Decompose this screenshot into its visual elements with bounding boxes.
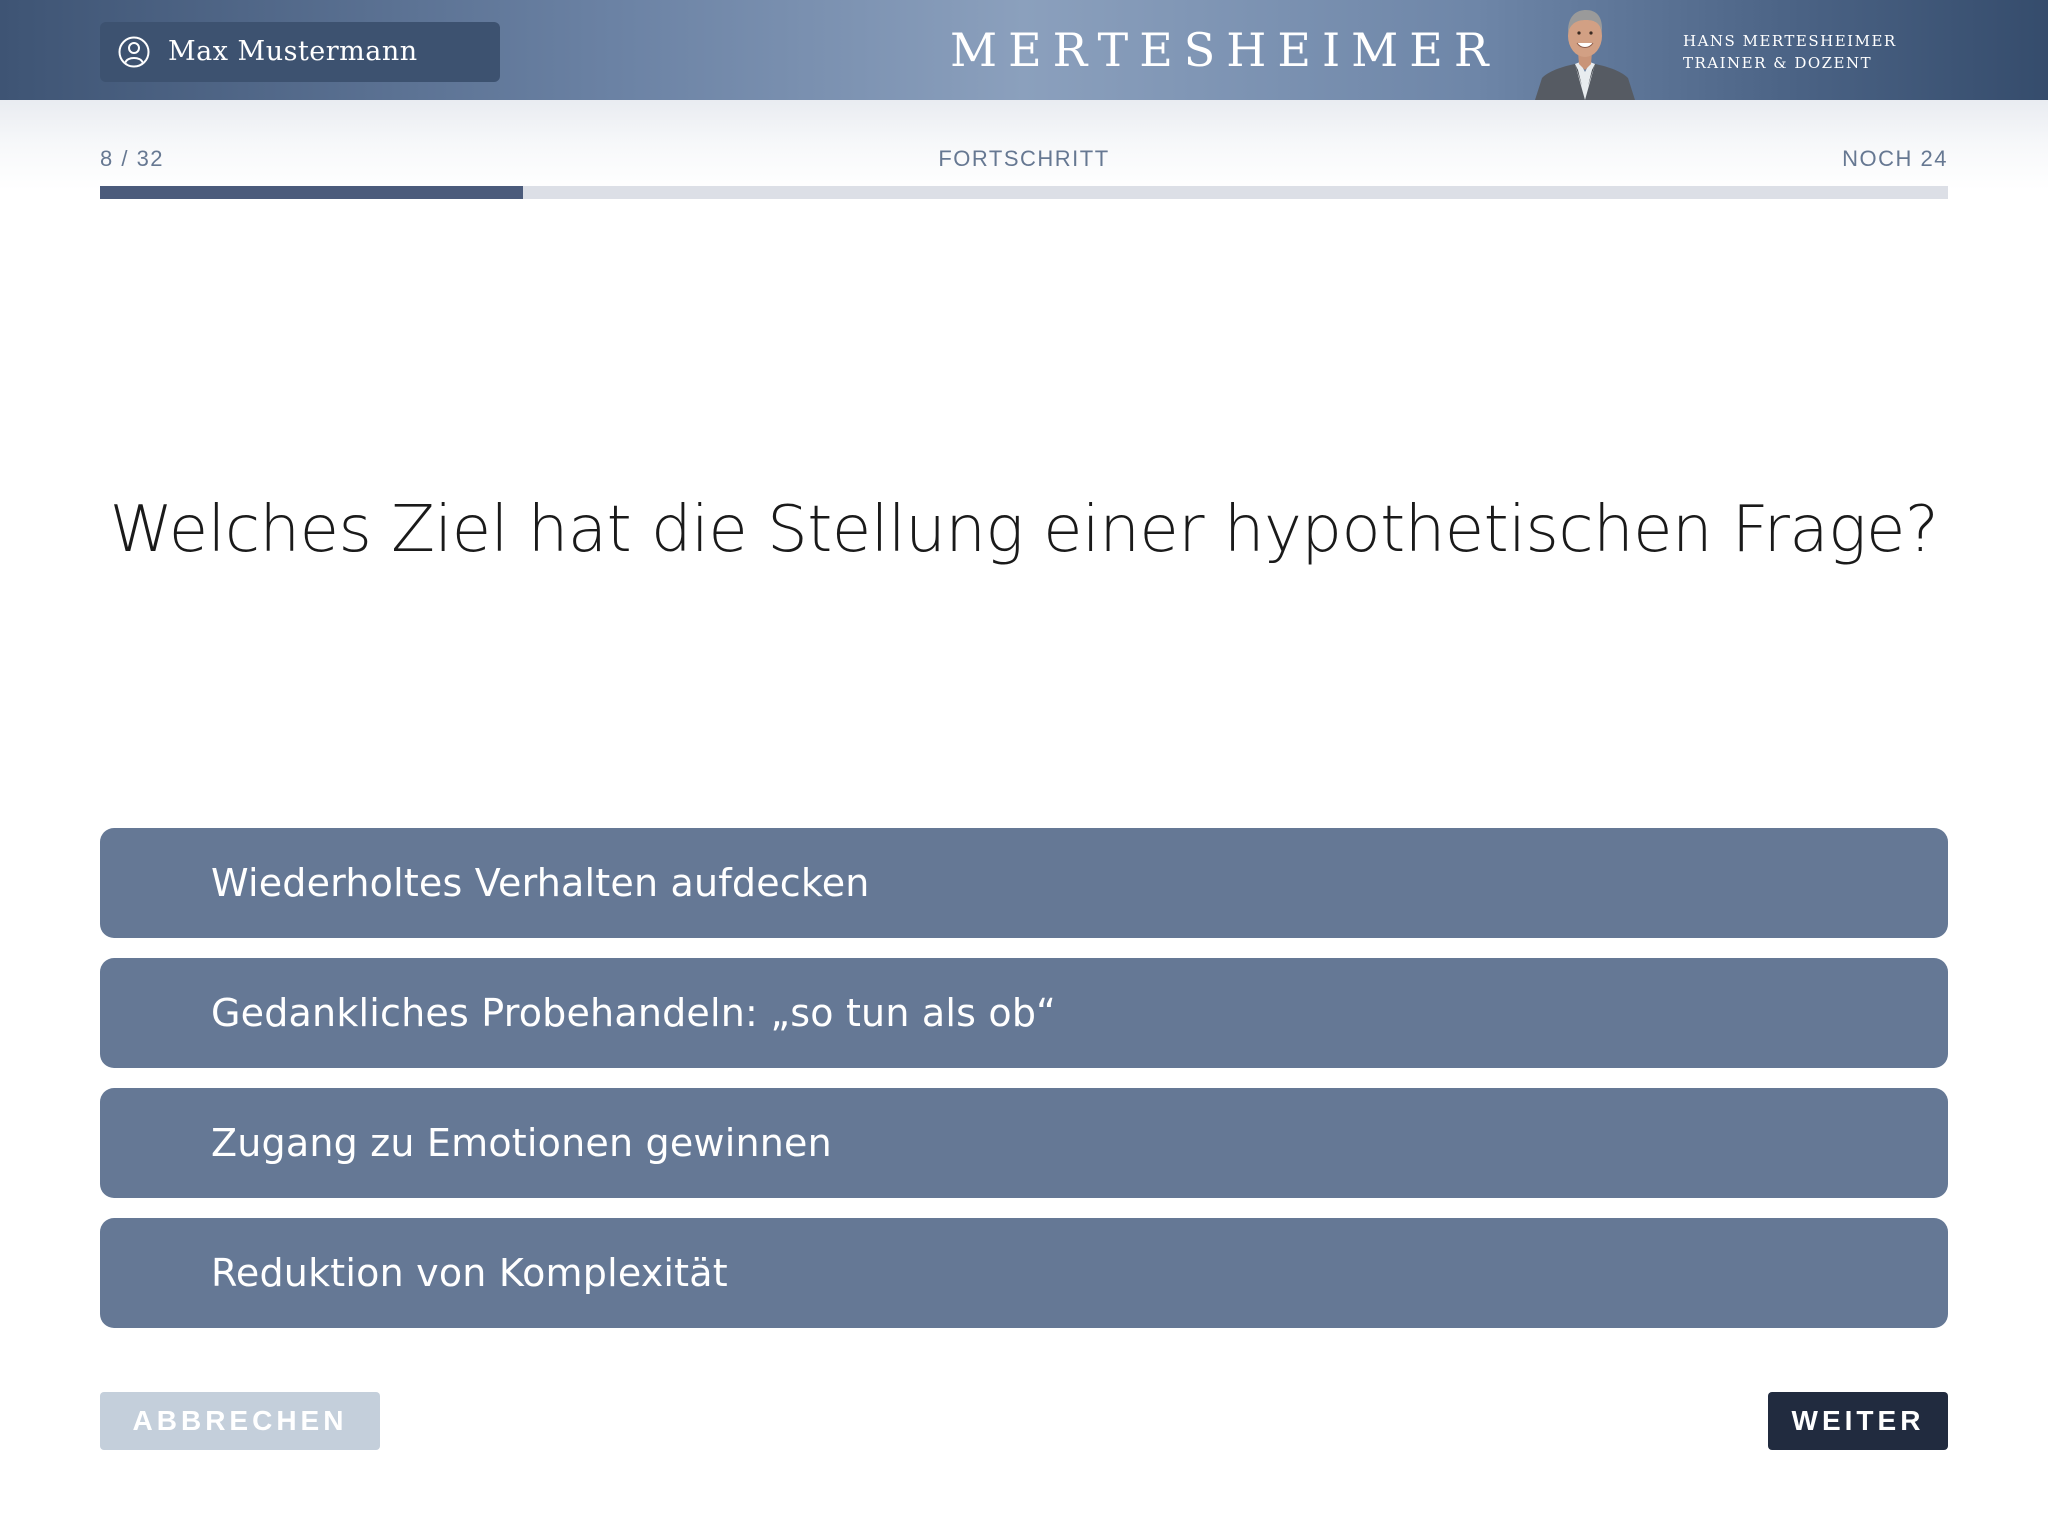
question-text: Welches Ziel hat die Stellung einer hypo… bbox=[109, 493, 1939, 567]
answer-option-1[interactable]: Wiederholtes Verhalten aufdecken bbox=[100, 828, 1948, 938]
answer-label: Reduktion von Komplexität bbox=[211, 1251, 728, 1295]
answer-option-2[interactable]: Gedankliches Probehandeln: „so tun als o… bbox=[100, 958, 1948, 1068]
trainer-name: HANS MERTESHEIMER bbox=[1683, 32, 1897, 50]
progress-labels: 8 / 32 FORTSCHRITT NOCH 24 bbox=[100, 146, 1948, 174]
progress-bar-track bbox=[100, 186, 1948, 199]
user-badge[interactable]: Max Mustermann bbox=[100, 22, 500, 82]
answer-option-3[interactable]: Zugang zu Emotionen gewinnen bbox=[100, 1088, 1948, 1198]
cancel-button[interactable]: ABBRECHEN bbox=[100, 1392, 380, 1450]
progress-title: FORTSCHRITT bbox=[938, 146, 1110, 171]
answer-label: Wiederholtes Verhalten aufdecken bbox=[211, 861, 870, 905]
answer-label: Zugang zu Emotionen gewinnen bbox=[211, 1121, 832, 1165]
header-shadow-band bbox=[0, 100, 2048, 190]
user-name: Max Mustermann bbox=[168, 36, 418, 67]
trainer-portrait bbox=[1535, 10, 1635, 100]
brand-logo-text: MERTESHEIMER bbox=[950, 23, 1500, 77]
user-circle-icon bbox=[118, 36, 150, 68]
progress-remaining: NOCH 24 bbox=[1842, 146, 1948, 171]
trainer-role: TRAINER & DOZENT bbox=[1683, 54, 1873, 72]
app-header: Max Mustermann MERTESHEIMER HANS MERTESH… bbox=[0, 0, 2048, 100]
next-button[interactable]: WEITER bbox=[1768, 1392, 1948, 1450]
answer-list: Wiederholtes Verhalten aufdecken Gedankl… bbox=[100, 828, 1948, 1348]
answer-label: Gedankliches Probehandeln: „so tun als o… bbox=[211, 991, 1057, 1035]
trainer-info: HANS MERTESHEIMER TRAINER & DOZENT bbox=[1683, 30, 1897, 74]
answer-option-4[interactable]: Reduktion von Komplexität bbox=[100, 1218, 1948, 1328]
progress-bar-fill bbox=[100, 186, 523, 199]
